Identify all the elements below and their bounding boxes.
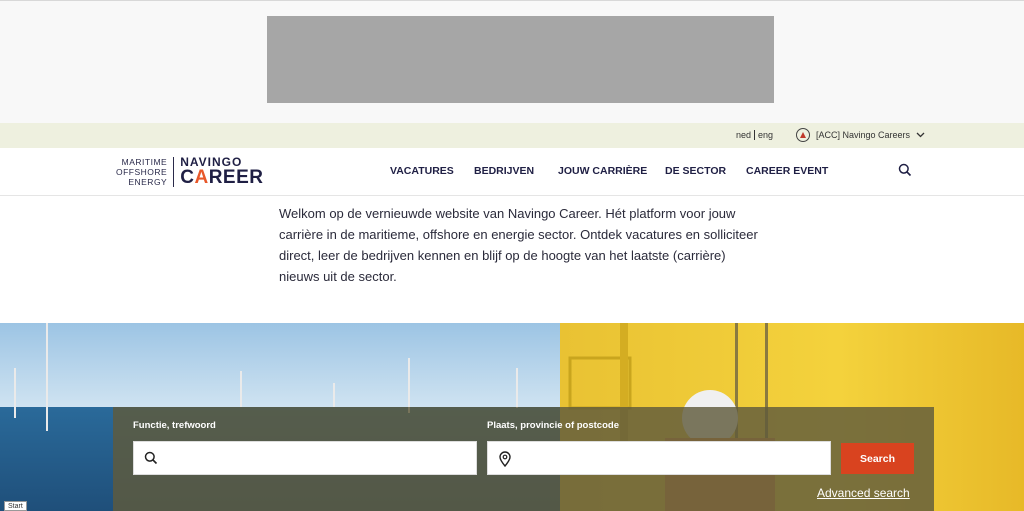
chevron-down-icon bbox=[916, 130, 925, 140]
keyword-input[interactable] bbox=[133, 441, 477, 475]
navingo-logo-icon bbox=[796, 128, 810, 142]
search-icon[interactable] bbox=[898, 163, 912, 177]
lang-eng-link[interactable]: eng bbox=[758, 130, 773, 140]
nav-item-jouw-carriere[interactable]: JOUW CARRIÈRE bbox=[558, 165, 647, 177]
site-logo[interactable]: MARITIME OFFSHORE ENERGY NAVINGO CAREER bbox=[116, 156, 264, 188]
logo-brand: NAVINGO CAREER bbox=[174, 156, 264, 188]
wind-turbine-image bbox=[333, 383, 335, 407]
intro-text: Welkom op de vernieuwde website van Navi… bbox=[279, 206, 758, 284]
start-badge: Start bbox=[4, 501, 27, 511]
utility-bar: ned eng [ACC] Navingo Careers bbox=[0, 123, 1024, 148]
account-label: [ACC] Navingo Careers bbox=[816, 130, 911, 140]
wind-turbine-image bbox=[46, 323, 48, 431]
logo-tagline-line: ENERGY bbox=[128, 176, 168, 187]
logo-brand-bottom: CAREER bbox=[180, 167, 264, 188]
nav-item-bedrijven[interactable]: BEDRIJVEN bbox=[474, 165, 534, 177]
nav-item-career-event[interactable]: CAREER EVENT bbox=[746, 165, 828, 177]
lang-ned-link[interactable]: ned bbox=[736, 130, 751, 140]
wind-turbine-image bbox=[408, 358, 410, 413]
language-switcher: ned eng bbox=[736, 130, 773, 140]
location-input[interactable] bbox=[487, 441, 831, 475]
nav-item-de-sector[interactable]: DE SECTOR bbox=[665, 165, 726, 177]
job-search-panel: Functie, trefwoord Plaats, provincie of … bbox=[113, 407, 934, 511]
advanced-search-link[interactable]: Advanced search bbox=[817, 486, 910, 500]
location-label: Plaats, provincie of postcode bbox=[487, 420, 619, 431]
wind-turbine-image bbox=[14, 368, 16, 418]
logo-tagline-line: MARITIME bbox=[121, 156, 168, 167]
logo-letter-accent: A bbox=[194, 167, 209, 188]
keyword-label: Functie, trefwoord bbox=[133, 420, 216, 431]
wind-turbine-image bbox=[516, 368, 518, 408]
hero-image-sky bbox=[0, 323, 640, 407]
hero-section: Functie, trefwoord Plaats, provincie of … bbox=[0, 323, 1024, 511]
search-icon bbox=[144, 451, 158, 465]
logo-tagline-line: OFFSHORE bbox=[116, 166, 168, 177]
logo-letter: C bbox=[180, 167, 195, 188]
wind-turbine-image bbox=[240, 371, 242, 407]
ad-banner-placeholder[interactable] bbox=[267, 16, 774, 103]
nav-item-vacatures[interactable]: VACATURES bbox=[390, 165, 454, 177]
logo-letters: REER bbox=[208, 167, 264, 188]
search-button[interactable]: Search bbox=[841, 443, 914, 474]
account-menu[interactable]: [ACC] Navingo Careers bbox=[796, 128, 925, 142]
location-pin-icon bbox=[498, 451, 512, 468]
site-header: MARITIME OFFSHORE ENERGY NAVINGO CAREER … bbox=[0, 148, 1024, 196]
ad-zone bbox=[0, 0, 1024, 123]
logo-tagline: MARITIME OFFSHORE ENERGY bbox=[116, 156, 175, 187]
